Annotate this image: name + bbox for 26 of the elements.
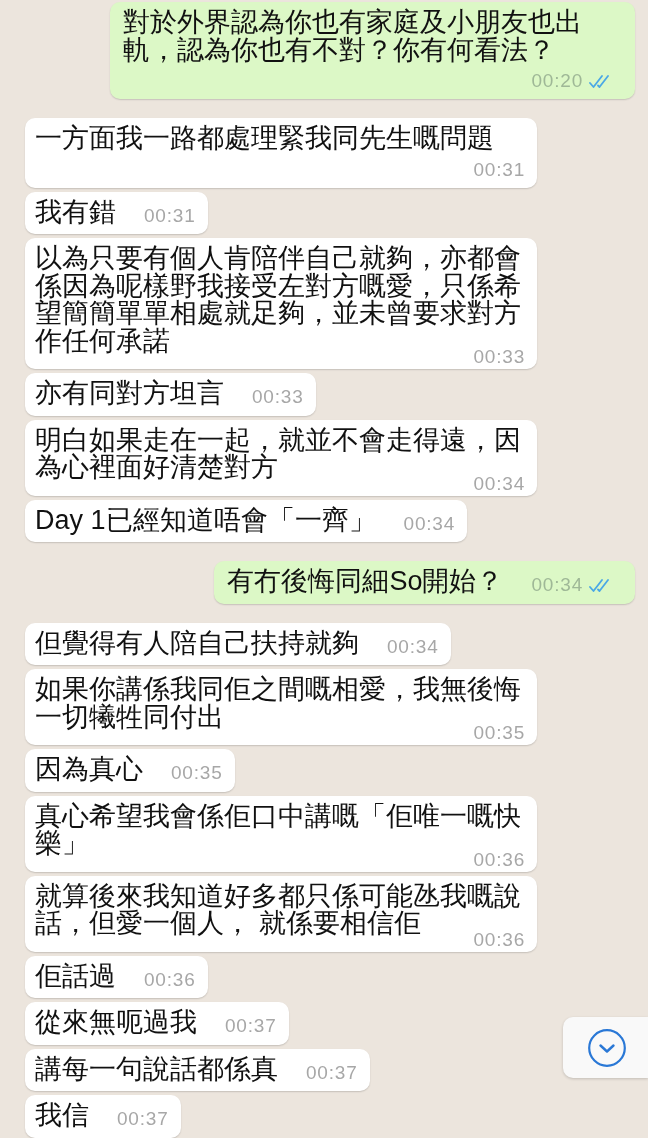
message-text: 從來無呃過我 bbox=[35, 1007, 197, 1037]
message-text: 我信 bbox=[35, 1100, 89, 1130]
message-text: 有冇後悔同細So開始？ bbox=[227, 566, 504, 596]
message-text: 對於外界認為你也有家庭及小朋友也出軌，認為你也有不對？你有何看法？ bbox=[123, 9, 583, 64]
message-text: 佢話過 bbox=[35, 960, 116, 991]
message-text: 但覺得有人陪自己扶持就夠 bbox=[35, 627, 359, 658]
message-time: 00:36 bbox=[144, 969, 196, 990]
message-time: 00:37 bbox=[306, 1062, 358, 1083]
message-time: 00:34 bbox=[403, 513, 456, 534]
message-text: 亦有同對方坦言 bbox=[35, 378, 224, 408]
scroll-down-button[interactable] bbox=[563, 1017, 648, 1078]
message-time: 00:34 bbox=[387, 636, 439, 657]
message-time: 00:34 bbox=[531, 575, 583, 595]
message-text: 我有錯 bbox=[35, 196, 116, 227]
message-time: 00:31 bbox=[473, 159, 525, 180]
message-time: 00:31 bbox=[144, 205, 196, 226]
message-text: 一方面我一路都處理緊我同先生嘅問題 bbox=[35, 123, 494, 153]
circled-chevron-down-icon bbox=[588, 1028, 626, 1067]
message-time: 00:33 bbox=[252, 387, 304, 407]
message-text: Day 1已經知道唔會「一齊」 bbox=[35, 504, 376, 535]
message-time: 00:35 bbox=[171, 763, 223, 783]
message-text: 因為真心 bbox=[35, 754, 143, 784]
message-text: 講每一句說話都係真 bbox=[35, 1053, 278, 1084]
message-time: 00:20 bbox=[531, 71, 583, 91]
message-time: 00:37 bbox=[117, 1109, 169, 1129]
message-time: 00:37 bbox=[225, 1016, 277, 1036]
